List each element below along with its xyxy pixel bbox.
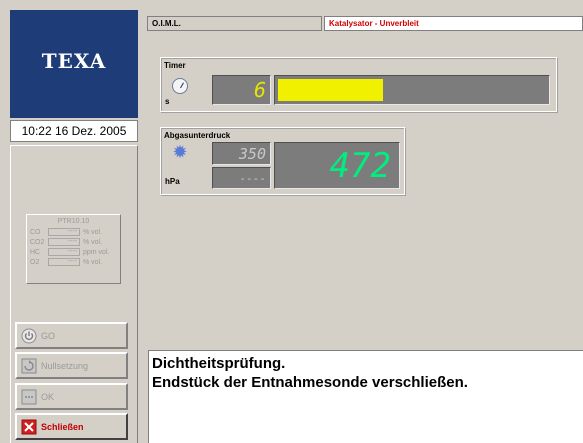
analyzer-row-co2: CO2 ---- % vol. (27, 237, 120, 247)
exhaust-vacuum-value: 472 (274, 142, 400, 189)
analyzer-label: HC (30, 248, 41, 256)
exhaust-vacuum-group: Abgasunterdruck ✹ hPa 350 ---- 472 (160, 127, 405, 195)
brand-logo-panel: TEXA (10, 10, 138, 118)
analyzer-value: ---- (48, 258, 80, 266)
analyzer-label: O2 (30, 258, 40, 266)
go-button[interactable]: GO (15, 322, 128, 349)
go-label: GO (41, 330, 56, 341)
message-line-1: Dichtheitsprüfung. (152, 355, 286, 372)
reset-icon (20, 357, 37, 374)
close-button[interactable]: Schließen (15, 413, 128, 440)
close-label: Schließen (41, 421, 84, 432)
timer-value: 6 (212, 75, 271, 105)
analyzer-label: CO (30, 228, 41, 236)
power-icon (20, 327, 37, 344)
analyzer-value: ---- (48, 238, 80, 246)
analyzer-row-o2: O2 ---- % vol. (27, 257, 120, 267)
timer-title: Timer (164, 61, 186, 70)
dots-icon (20, 388, 37, 405)
analyzer-title: PTR10.10 (57, 218, 90, 225)
analyzer-label: CO2 (30, 238, 45, 246)
analyzer-row-hc: HC ---- ppm vol. (27, 247, 120, 257)
exhaust-vacuum-title: Abgasunterdruck (164, 131, 231, 140)
ok-label: OK (41, 391, 55, 402)
timer-progress-bar (274, 75, 550, 105)
analyzer-row-co: CO ---- % vol. (27, 227, 120, 237)
brand-logo: TEXA (41, 49, 107, 73)
timer-unit: s (165, 97, 170, 106)
zero-label: Nullsetzung (41, 360, 89, 371)
analyzer-value: ---- (48, 248, 80, 256)
stopwatch-icon (172, 78, 188, 94)
gas-analyzer-panel: PTR10.10 CO ---- % vol. CO2 ---- % vol. … (26, 214, 121, 284)
standard-label: O.I.M.L. (147, 16, 322, 31)
timer-progress-fill (278, 79, 383, 101)
close-icon (20, 418, 37, 435)
exhaust-vacuum-setpoint: 350 (212, 142, 271, 165)
analyzer-unit: % vol. (83, 228, 103, 236)
exhaust-vacuum-secondary: ---- (212, 167, 271, 189)
analyzer-value: ---- (48, 228, 80, 236)
timer-group: Timer s 6 (160, 57, 557, 112)
date-time-display: 10:22 16 Dez. 2005 (10, 120, 138, 142)
message-line-2: Endstück der Entnahmesonde verschließen. (152, 374, 468, 391)
analyzer-unit: % vol. (83, 258, 103, 266)
analyzer-unit: ppm vol. (83, 248, 110, 256)
gear-icon: ✹ (172, 142, 188, 163)
instruction-message: Dichtheitsprüfung. Endstück der Entnahme… (148, 350, 583, 443)
exhaust-vacuum-unit: hPa (165, 177, 180, 186)
zero-button[interactable]: Nullsetzung (15, 352, 128, 379)
vehicle-type-label: Katalysator - Unverbleit (324, 16, 583, 31)
ok-button[interactable]: OK (15, 383, 128, 410)
analyzer-unit: % vol. (83, 238, 103, 246)
